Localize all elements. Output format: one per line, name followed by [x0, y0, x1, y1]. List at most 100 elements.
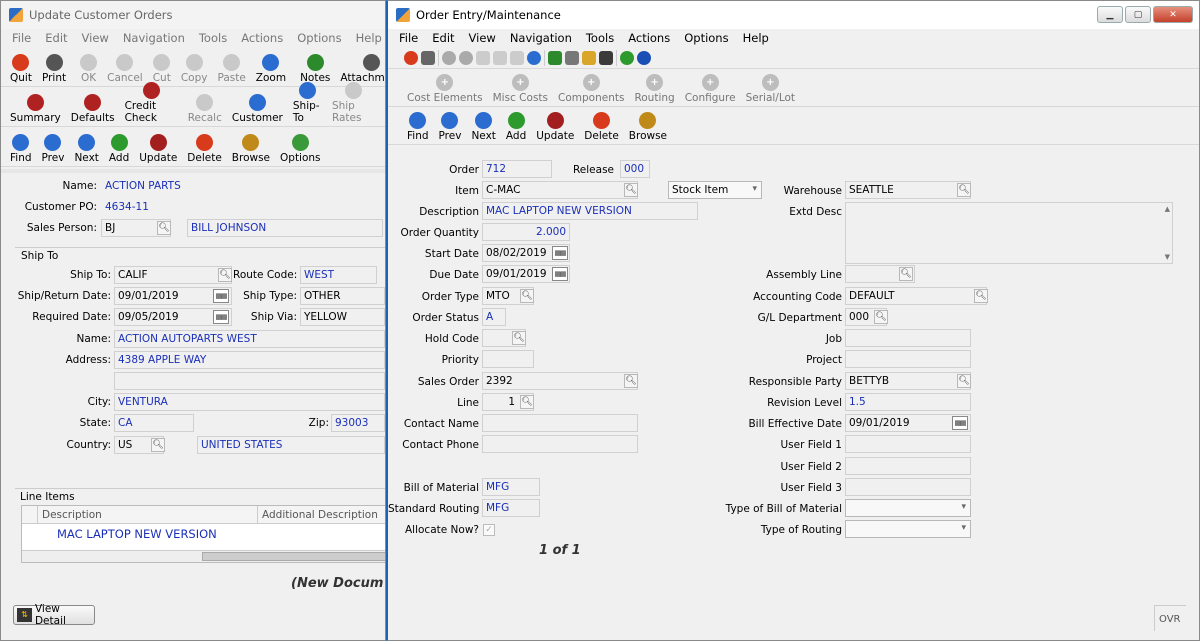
- serial-lot-button[interactable]: + Serial/Lot: [741, 74, 800, 104]
- due-date-calendar-icon[interactable]: ▦▦: [552, 267, 568, 281]
- address-line2-field[interactable]: [114, 372, 385, 390]
- recalc-button[interactable]: Recalc: [183, 94, 227, 124]
- menu-file[interactable]: File: [5, 31, 38, 45]
- bill-of-material-field[interactable]: MFG: [482, 478, 540, 496]
- ship-date-calendar-icon[interactable]: ▦▦: [213, 289, 229, 303]
- ok-button[interactable]: OK: [75, 54, 102, 84]
- menu-help[interactable]: Help: [736, 31, 776, 45]
- line-lookup-icon[interactable]: 🔍︎: [520, 395, 534, 409]
- ok-icon[interactable]: [442, 50, 456, 65]
- contact-phone-field[interactable]: [482, 435, 638, 453]
- next-button[interactable]: Next: [69, 134, 103, 164]
- ship-to-field[interactable]: CALIF: [114, 266, 232, 284]
- user-field-1[interactable]: [845, 435, 971, 453]
- revision-level-field[interactable]: 1.5: [845, 393, 971, 411]
- menu-tools[interactable]: Tools: [192, 31, 234, 45]
- notes-button[interactable]: Notes: [295, 54, 335, 84]
- ship-to-button[interactable]: Ship-To: [288, 82, 327, 124]
- ship-to-lookup-icon[interactable]: 🔍︎: [218, 268, 232, 282]
- menu-actions[interactable]: Actions: [234, 31, 290, 45]
- contact-name-field[interactable]: [482, 414, 638, 432]
- next-button[interactable]: Next: [466, 112, 500, 142]
- print-button[interactable]: Print: [37, 54, 71, 84]
- cost-elements-button[interactable]: + Cost Elements: [402, 74, 488, 104]
- item-lookup-icon[interactable]: 🔍︎: [624, 183, 638, 197]
- credit-check-button[interactable]: Credit Check: [120, 82, 183, 124]
- browse-button[interactable]: Browse: [227, 134, 275, 164]
- warehouse-lookup-icon[interactable]: 🔍︎: [957, 183, 971, 197]
- user-field-3[interactable]: [845, 478, 971, 496]
- cut-button[interactable]: Cut: [148, 54, 176, 84]
- attachment-button[interactable]: Attachment: [335, 54, 385, 84]
- accounting-code-field[interactable]: DEFAULT: [845, 287, 987, 305]
- calendar-icon[interactable]: [599, 50, 613, 65]
- allocate-now-checkbox[interactable]: ✓: [483, 524, 495, 536]
- menu-file[interactable]: File: [392, 31, 425, 45]
- cancel-button[interactable]: Cancel: [102, 54, 148, 84]
- delete-button[interactable]: Delete: [182, 134, 227, 164]
- quit-button[interactable]: Quit: [5, 54, 37, 84]
- sales-order-field[interactable]: 2392: [482, 372, 638, 390]
- copy-button[interactable]: Copy: [176, 54, 213, 84]
- cancel-icon[interactable]: [459, 50, 473, 65]
- quit-icon[interactable]: [404, 50, 418, 65]
- zoom-icon[interactable]: [527, 50, 541, 65]
- configure-button[interactable]: + Configure: [680, 74, 741, 104]
- additional-description-column-header[interactable]: Additional Description: [258, 506, 382, 523]
- menu-options[interactable]: Options: [290, 31, 348, 45]
- menu-navigation[interactable]: Navigation: [503, 31, 579, 45]
- order-field[interactable]: 712: [482, 160, 552, 178]
- find-button[interactable]: Find: [402, 112, 434, 142]
- description-field[interactable]: MAC LAPTOP NEW VERSION: [482, 202, 698, 220]
- prev-button[interactable]: Prev: [434, 112, 467, 142]
- job-field[interactable]: [845, 329, 971, 347]
- summary-button[interactable]: Summary: [5, 94, 66, 124]
- update-button[interactable]: Update: [531, 112, 579, 142]
- defaults-button[interactable]: Defaults: [66, 94, 120, 124]
- sales-order-lookup-icon[interactable]: 🔍︎: [624, 374, 638, 388]
- document-icon[interactable]: [582, 50, 596, 65]
- menu-navigation[interactable]: Navigation: [116, 31, 192, 45]
- release-field[interactable]: 000: [620, 160, 650, 178]
- order-status-field[interactable]: A: [482, 308, 506, 326]
- hold-code-lookup-icon[interactable]: 🔍︎: [512, 331, 526, 345]
- customer-po-field[interactable]: 4634-11: [101, 198, 385, 216]
- bill-effective-date-calendar-icon[interactable]: ▦▦: [952, 416, 968, 430]
- extended-description-textarea[interactable]: ▲ ▼: [845, 202, 1173, 264]
- add-button[interactable]: Add: [104, 134, 134, 164]
- paste-icon[interactable]: [510, 50, 524, 65]
- table-row[interactable]: MAC LAPTOP NEW VERSION: [22, 524, 385, 544]
- state-field[interactable]: CA: [114, 414, 194, 432]
- menu-view[interactable]: View: [462, 31, 503, 45]
- add-button[interactable]: Add: [501, 112, 531, 142]
- sales-person-lookup-icon[interactable]: 🔍︎: [157, 221, 171, 235]
- accounting-code-lookup-icon[interactable]: 🔍︎: [974, 289, 988, 303]
- horizontal-scrollbar[interactable]: [22, 550, 385, 562]
- view-detail-button[interactable]: ⇅ View Detail: [13, 603, 95, 627]
- description-column-header[interactable]: Description: [38, 506, 258, 523]
- menu-edit[interactable]: Edit: [425, 31, 461, 45]
- ship-rates-button[interactable]: Ship Rates: [327, 82, 381, 124]
- scroll-down-icon[interactable]: ▼: [1165, 253, 1170, 261]
- start-date-calendar-icon[interactable]: ▦▦: [552, 246, 568, 260]
- country-lookup-icon[interactable]: 🔍︎: [151, 438, 165, 452]
- help-icon[interactable]: [637, 50, 651, 65]
- copy-icon[interactable]: [493, 50, 507, 65]
- delete-button[interactable]: Delete: [579, 112, 624, 142]
- paste-button[interactable]: Paste: [212, 54, 250, 84]
- responsible-party-field[interactable]: BETTYB: [845, 372, 971, 390]
- ship-via-field[interactable]: YELLOW: [300, 308, 385, 326]
- type-of-bill-of-material-select[interactable]: [845, 499, 971, 517]
- type-of-routing-select[interactable]: [845, 520, 971, 538]
- browse-button[interactable]: Browse: [624, 112, 672, 142]
- find-button[interactable]: Find: [5, 134, 37, 164]
- customer-name-field[interactable]: ACTION PARTS: [101, 177, 385, 195]
- notes-icon[interactable]: [548, 50, 562, 65]
- customer-button[interactable]: Customer: [227, 94, 288, 124]
- print-icon[interactable]: [421, 50, 435, 65]
- menu-tools[interactable]: Tools: [579, 31, 621, 45]
- update-button[interactable]: Update: [134, 134, 182, 164]
- cut-icon[interactable]: [476, 50, 490, 65]
- standard-routing-field[interactable]: MFG: [482, 499, 540, 517]
- minimize-button[interactable]: ▁: [1097, 6, 1123, 23]
